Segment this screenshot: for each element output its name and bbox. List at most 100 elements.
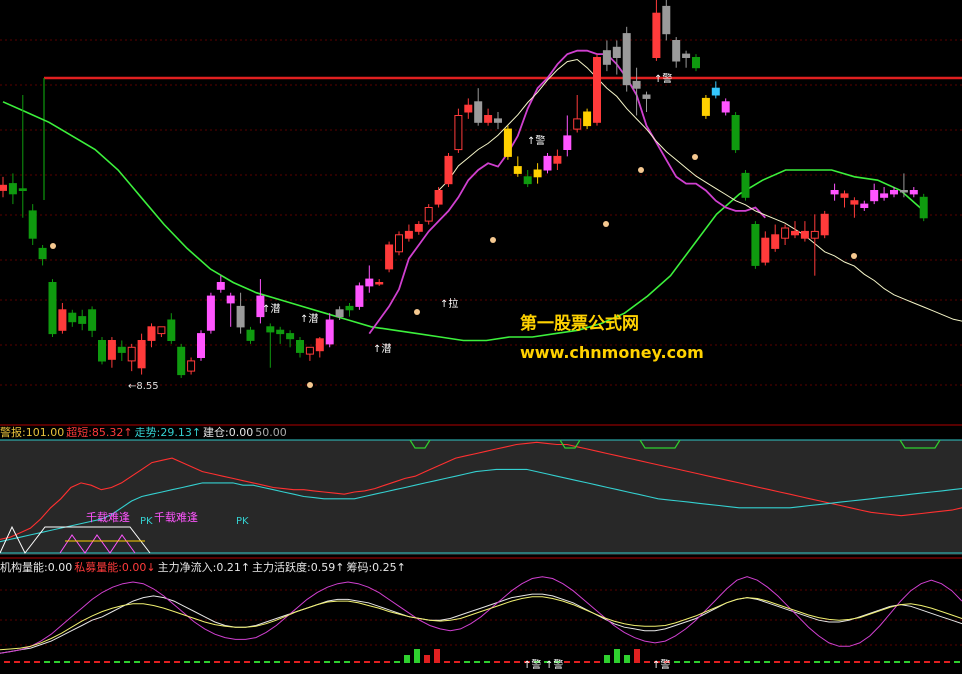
volume-bar [354, 661, 360, 663]
volume-bar [724, 661, 730, 663]
hand-signal-icon [307, 382, 313, 388]
candle-body [98, 340, 106, 362]
candle-body [107, 340, 116, 360]
candle-body [890, 190, 898, 195]
candle-body [404, 230, 413, 239]
candle-body [880, 193, 889, 198]
candle-body [840, 193, 849, 198]
bar2-item-2: 主力净流入:0.21↑ [157, 561, 251, 574]
volume-bar [834, 661, 840, 663]
candle-body [375, 282, 384, 285]
volume-bar [74, 661, 80, 663]
volume-bar [624, 655, 630, 663]
volume-bar [274, 661, 280, 663]
candle-body [543, 155, 552, 171]
volume-bar [944, 661, 950, 663]
volume-bar [604, 655, 610, 663]
volume-bar [264, 661, 270, 663]
opportunity-label-2: 千载难逢 [154, 511, 198, 524]
bar1-item-1: 超短:85.32↑ [66, 426, 133, 439]
candle-body [147, 326, 156, 341]
volume-bar [254, 661, 260, 663]
signal-label-8: ↑警 [652, 660, 671, 671]
volume-bar [484, 661, 490, 663]
opportunity-label-1: 千载难逢 [86, 511, 130, 524]
candle-body [365, 278, 374, 287]
candle-body [503, 128, 512, 157]
candle-body [741, 172, 750, 198]
volume-bar [754, 661, 760, 663]
volume-bar [874, 661, 880, 663]
candle-body [345, 305, 354, 311]
volume-bar [244, 661, 250, 663]
candle-body [137, 340, 146, 369]
candle-body [355, 285, 364, 307]
volume-bar [4, 661, 10, 663]
candle-body [622, 33, 631, 86]
candle-body [157, 326, 166, 335]
volume-bar [504, 661, 510, 663]
bar1-item-2: 走势:29.13↑ [134, 426, 202, 439]
candle-body [246, 329, 255, 341]
volume-bar [804, 661, 810, 663]
volume-bar [194, 661, 200, 663]
volume-bar [394, 661, 400, 663]
volume-bar [594, 661, 600, 663]
candle-body [335, 309, 344, 318]
candle-body [791, 230, 799, 236]
volume-bar [54, 661, 60, 663]
indicator-header-alert: 警报:101.00 超短:85.32↑ 走势:29.13↑ 建仓:0.00 50.00 [0, 425, 289, 440]
candle-body [652, 12, 661, 58]
volume-bar [774, 661, 780, 663]
candle-body [177, 346, 186, 376]
candle-body [909, 190, 918, 195]
candle-body [761, 237, 770, 263]
candle-body [325, 319, 334, 345]
hand-signal-icon [414, 309, 420, 315]
candle-body [206, 295, 215, 331]
volume-bar [154, 661, 160, 663]
volume-bar [954, 661, 960, 663]
candle-body [305, 346, 314, 355]
candle-body [820, 213, 829, 236]
volume-bar [674, 661, 680, 663]
candle-body [593, 57, 601, 123]
bar2-item-4: 筹码:0.25↑ [346, 561, 406, 574]
volume-bar [474, 661, 480, 663]
oscillator-panel-bg [0, 440, 962, 555]
volume-bar [14, 661, 20, 663]
candle-body [513, 166, 522, 174]
bar2-item-0: 机构量能:0.00 [0, 561, 73, 574]
volume-bar [784, 661, 790, 663]
volume-bar [294, 661, 300, 663]
volume-bar [894, 661, 900, 663]
ma-slow-line [2, 101, 925, 342]
candle-body [583, 111, 592, 127]
ma-fast-line [438, 58, 962, 322]
candle-body [533, 169, 542, 178]
candle-body [919, 196, 928, 219]
candle-body [523, 176, 532, 185]
watermark-title: 第一股票公式网 [520, 314, 639, 334]
candle-body [602, 50, 611, 65]
volume-bar [634, 649, 640, 663]
volume-bar [684, 661, 690, 663]
volume-bar [434, 649, 440, 663]
volume-bar [564, 661, 570, 663]
volume-bar [614, 649, 620, 663]
stock-chart-window: 警报:101.00 超短:85.32↑ 走势:29.13↑ 建仓:0.00 50.00 … [0, 0, 962, 674]
volume-bar [584, 661, 590, 663]
volume-bar [644, 661, 650, 663]
volume-bar [864, 661, 870, 663]
volume-bar [734, 661, 740, 663]
candle-body [424, 207, 433, 222]
candle-body [0, 184, 7, 191]
candle-body [58, 309, 67, 331]
volume-bar [144, 661, 150, 663]
indicator-header-capital: 机构量能:0.00 私募量能:0.00↓ 主力净流入:0.21↑ 主力活跃度:0.59… [0, 560, 408, 575]
volume-bar [454, 661, 460, 663]
volume-bar [44, 661, 50, 663]
signal-label-7: ↑警 [545, 660, 564, 671]
volume-bar [374, 661, 380, 663]
volume-bar [924, 661, 930, 663]
